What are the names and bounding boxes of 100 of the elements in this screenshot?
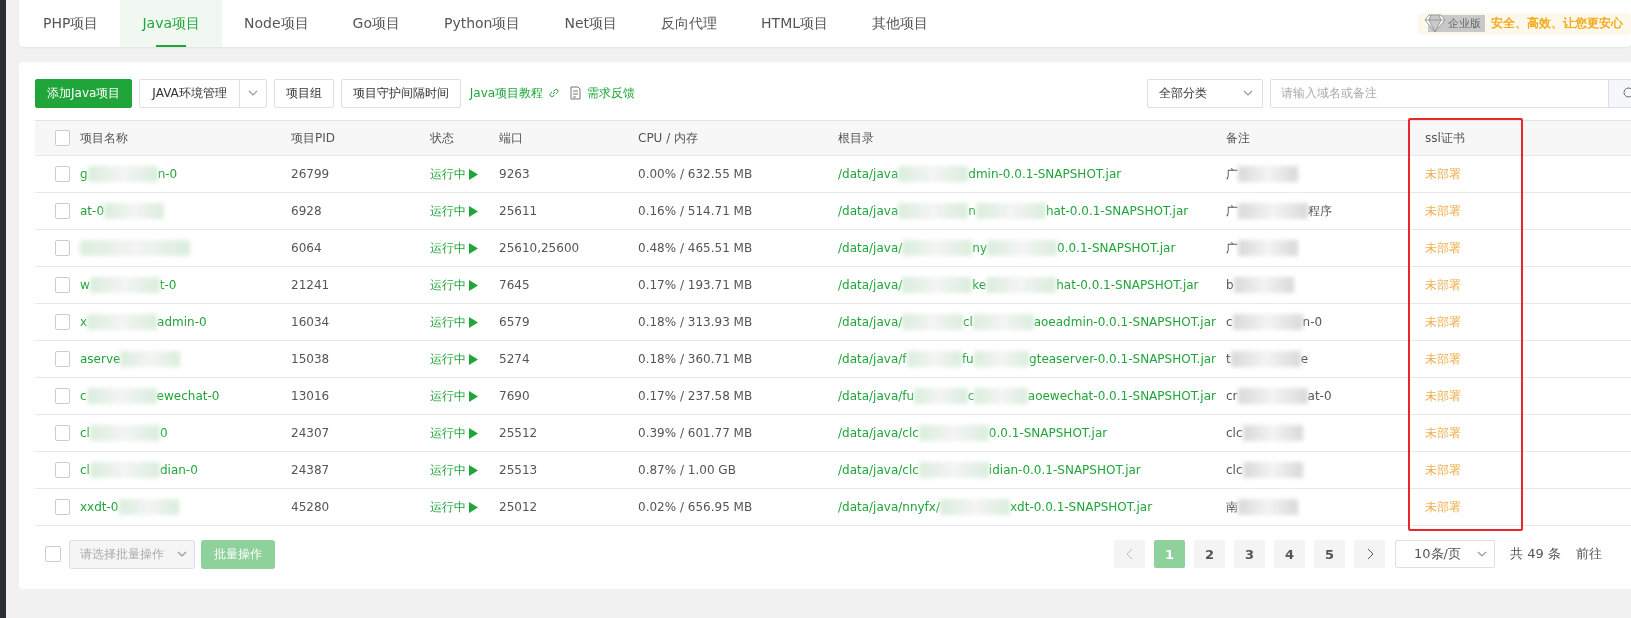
project-tab[interactable]: HTML项目	[739, 0, 851, 47]
project-tab[interactable]: Python项目	[421, 0, 543, 47]
page-button[interactable]: 3	[1234, 540, 1265, 568]
redaction-blur	[86, 388, 157, 404]
project-tab[interactable]: PHP项目	[21, 0, 121, 47]
ssl-status[interactable]: 未部署	[1415, 461, 1631, 479]
play-icon	[469, 168, 478, 180]
tutorial-link[interactable]: Java项目教程	[469, 84, 561, 102]
group-button[interactable]: 项目组	[273, 78, 334, 108]
cell-text: n	[968, 204, 976, 218]
ssl-status[interactable]: 未部署	[1415, 313, 1631, 331]
project-tab[interactable]: Net项目	[542, 0, 640, 47]
ssl-status[interactable]: 未部署	[1415, 276, 1631, 294]
cell-text: 广	[1226, 165, 1238, 183]
table-cell-text: 9263	[498, 167, 531, 181]
redaction-blur	[906, 351, 962, 367]
redaction-blur	[1238, 240, 1298, 256]
feedback-link[interactable]: 需求反馈	[569, 84, 636, 102]
table-cell-text: 45280	[290, 500, 331, 514]
prev-page-button[interactable]	[1114, 540, 1145, 568]
checkbox[interactable]	[55, 130, 70, 146]
page-button[interactable]: 2	[1194, 540, 1225, 568]
ssl-status[interactable]: 未部署	[1415, 165, 1631, 183]
cell-text: /data/java/nnyfx/	[838, 500, 940, 514]
cell-text: ke	[972, 278, 987, 292]
next-page-button[interactable]	[1354, 540, 1385, 568]
checkbox[interactable]	[55, 314, 70, 330]
checkbox[interactable]	[55, 240, 70, 256]
status-link[interactable]: 运行中	[430, 202, 478, 220]
redaction-blur	[118, 499, 179, 515]
redaction-blur	[902, 240, 973, 256]
column-header: 备注	[1225, 129, 1251, 147]
page-button[interactable]: 1	[1154, 540, 1185, 568]
ssl-status[interactable]: 未部署	[1415, 498, 1631, 516]
checkbox[interactable]	[55, 462, 70, 478]
status-link[interactable]: 运行中	[430, 276, 478, 294]
cell-text: b	[1226, 278, 1234, 292]
ssl-status[interactable]: 未部署	[1415, 424, 1631, 442]
checkbox[interactable]	[45, 546, 61, 562]
checkbox[interactable]	[55, 166, 70, 182]
play-icon	[469, 464, 478, 476]
checkbox[interactable]	[55, 351, 70, 367]
cell-text: /data/java	[838, 167, 899, 181]
guard-interval-button[interactable]: 项目守护间隔时间	[340, 78, 461, 108]
page-button[interactable]: 4	[1274, 540, 1305, 568]
play-icon	[469, 242, 478, 254]
page-button[interactable]: 5	[1314, 540, 1345, 568]
ssl-status[interactable]: 未部署	[1415, 239, 1631, 257]
table-cell-text: 25012	[498, 500, 539, 514]
cell-text: /data/java/clc	[838, 426, 919, 440]
env-split-button[interactable]: JAVA环境管理	[139, 78, 267, 108]
table-cell-text: 6928	[290, 204, 323, 218]
cell-text: xdt-0.0.1-SNAPSHOT.jar	[1010, 500, 1153, 514]
cell-text: admin-0	[157, 315, 207, 329]
status-link[interactable]: 运行中	[430, 165, 478, 183]
project-tab[interactable]: Java项目	[120, 0, 222, 47]
ssl-status[interactable]: 未部署	[1415, 202, 1631, 220]
status-link[interactable]: 运行中	[430, 387, 478, 405]
cell-text: xxdt-0	[80, 500, 119, 514]
status-link[interactable]: 运行中	[430, 424, 478, 442]
status-link[interactable]: 运行中	[430, 498, 478, 516]
link-icon	[548, 87, 561, 99]
status-link[interactable]: 运行中	[430, 313, 478, 331]
env-button[interactable]: JAVA环境管理	[140, 79, 240, 107]
cell-text: c	[80, 389, 87, 403]
batch-button[interactable]: 批量操作	[201, 539, 275, 569]
project-tab[interactable]: Go项目	[330, 0, 422, 47]
category-select[interactable]: 全部分类	[1147, 78, 1263, 108]
status-link[interactable]: 运行中	[430, 461, 478, 479]
project-tab[interactable]: Node项目	[222, 0, 331, 47]
redaction-blur	[972, 314, 1034, 330]
checkbox[interactable]	[55, 277, 70, 293]
redaction-blur	[914, 388, 968, 404]
note-icon	[569, 86, 583, 100]
project-tab[interactable]: 其他项目	[850, 0, 951, 47]
checkbox[interactable]	[55, 499, 70, 515]
batch-select[interactable]: 请选择批量操作	[69, 539, 195, 569]
cell-text: /data/java/	[838, 241, 903, 255]
cell-text: idian-0.0.1-SNAPSHOT.jar	[988, 463, 1141, 477]
ssl-status[interactable]: 未部署	[1415, 350, 1631, 368]
status-link[interactable]: 运行中	[430, 239, 478, 257]
status-link[interactable]: 运行中	[430, 350, 478, 368]
redaction-blur	[89, 462, 160, 478]
checkbox[interactable]	[55, 425, 70, 441]
total-count: 共 49 条	[1510, 545, 1561, 563]
table-cell-text: 25512	[498, 426, 539, 440]
redaction-blur	[1238, 203, 1308, 219]
column-header: 状态	[429, 129, 455, 147]
checkbox[interactable]	[55, 203, 70, 219]
cell-text: /data/java/	[838, 278, 903, 292]
cell-text: 0.0.1-SNAPSHOT.jar	[1057, 241, 1176, 255]
cell-text: ewechat-0	[156, 389, 220, 403]
table-cell-text: 0.18% / 313.93 MB	[637, 315, 754, 329]
goto-label: 前往	[1575, 545, 1602, 563]
page-size-select[interactable]: 10条/页	[1395, 540, 1495, 568]
ssl-status[interactable]: 未部署	[1415, 387, 1631, 405]
table-cell-text: 0.17% / 237.58 MB	[637, 389, 754, 403]
project-tab[interactable]: 反向代理	[639, 0, 740, 47]
add-project-button[interactable]: 添加Java项目	[35, 78, 133, 108]
checkbox[interactable]	[55, 388, 70, 404]
